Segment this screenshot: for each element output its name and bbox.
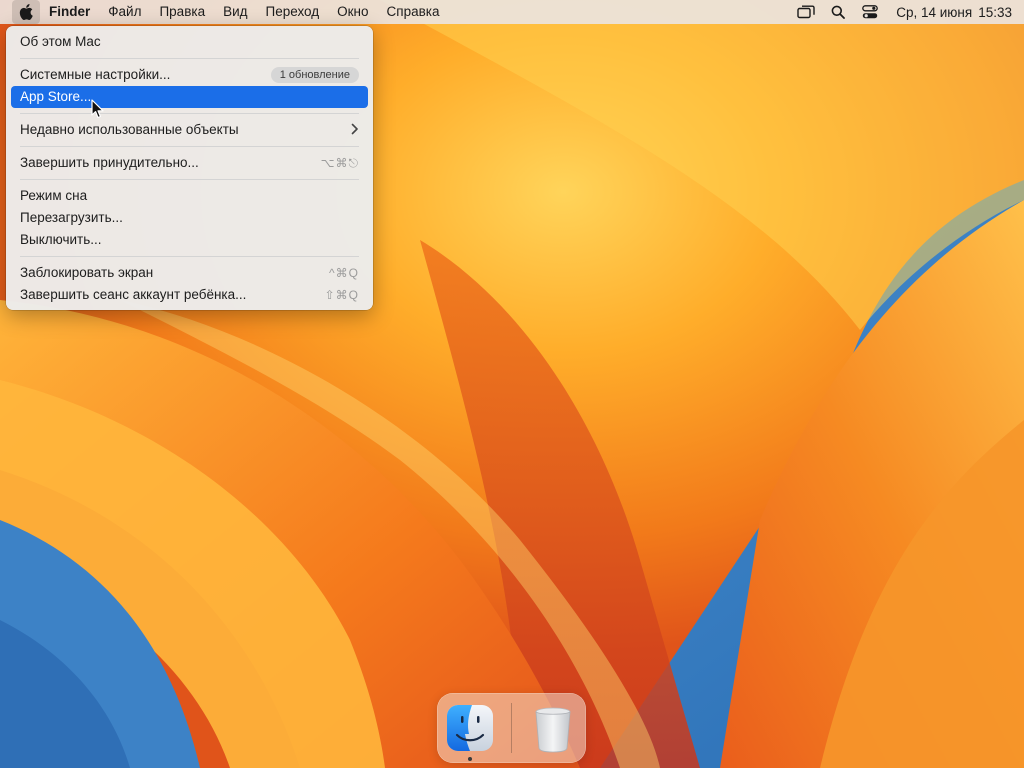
menu-view[interactable]: Вид: [214, 0, 256, 24]
menu-item-label: App Store...: [20, 89, 92, 104]
menu-item-shutdown[interactable]: Выключить...: [11, 229, 368, 251]
dock-divider: [511, 703, 512, 753]
menu-go[interactable]: Переход: [257, 0, 329, 24]
menu-item-label: Перезагрузить...: [20, 210, 123, 225]
dock-app-trash[interactable]: [525, 700, 581, 756]
menu-separator: [20, 58, 359, 59]
apple-logo-icon: [19, 4, 33, 20]
menu-item-lock-screen[interactable]: Заблокировать экран ^⌘Q: [11, 262, 368, 284]
menu-file[interactable]: Файл: [99, 0, 150, 24]
menu-item-label: Режим сна: [20, 188, 88, 203]
menu-separator: [20, 256, 359, 257]
keyboard-shortcut: ⌥⌘⎋: [320, 156, 359, 170]
menu-window[interactable]: Окно: [328, 0, 377, 24]
trash-icon: [535, 707, 571, 753]
menu-finder[interactable]: Finder: [40, 0, 99, 24]
menu-item-recent-items[interactable]: Недавно использованные объекты: [11, 119, 368, 141]
menu-item-log-out[interactable]: Завершить сеанс аккаунт ребёнка... ⇧⌘Q: [11, 284, 368, 306]
screen-mirroring-icon: [797, 5, 815, 19]
menu-edit[interactable]: Правка: [150, 0, 214, 24]
dock: [437, 693, 586, 763]
mouse-cursor-icon: [91, 99, 104, 119]
menu-item-label: Заблокировать экран: [20, 265, 154, 280]
menu-bar: Finder Файл Правка Вид Переход Окно Спра…: [0, 0, 1024, 24]
dock-app-finder[interactable]: [442, 700, 498, 756]
menu-item-label: Завершить сеанс аккаунт ребёнка...: [20, 287, 247, 302]
keyboard-shortcut: ⇧⌘Q: [324, 288, 359, 302]
menu-help[interactable]: Справка: [378, 0, 449, 24]
control-center-button[interactable]: [854, 0, 886, 24]
menu-item-label: Выключить...: [20, 232, 102, 247]
menu-item-about-this-mac[interactable]: Об этом Mac: [11, 31, 368, 53]
apple-menu-button[interactable]: [12, 0, 40, 24]
screen-mirroring-button[interactable]: [790, 0, 822, 24]
menu-separator: [20, 179, 359, 180]
control-center-icon: [862, 5, 879, 19]
spotlight-search-icon: [831, 5, 846, 19]
apple-menu-dropdown: Об этом Mac Системные настройки... 1 обн…: [6, 26, 373, 310]
menu-separator: [20, 146, 359, 147]
menu-item-label: Системные настройки...: [20, 67, 171, 82]
menubar-clock[interactable]: Ср, 14 июня 15:33: [886, 5, 1012, 20]
chevron-right-icon: [351, 119, 359, 141]
menu-item-restart[interactable]: Перезагрузить...: [11, 207, 368, 229]
finder-icon: [447, 705, 493, 751]
menu-item-system-settings[interactable]: Системные настройки... 1 обновление: [11, 64, 368, 86]
menu-item-sleep[interactable]: Режим сна: [11, 185, 368, 207]
menu-item-force-quit[interactable]: Завершить принудительно... ⌥⌘⎋: [11, 152, 368, 174]
menu-item-label: Недавно использованные объекты: [20, 122, 239, 137]
menu-separator: [20, 113, 359, 114]
menubar-time: 15:33: [978, 4, 1012, 20]
update-badge: 1 обновление: [270, 67, 359, 83]
running-indicator: [468, 757, 472, 761]
spotlight-button[interactable]: [822, 0, 854, 24]
menu-item-label: Об этом Mac: [20, 34, 101, 49]
menu-item-app-store[interactable]: App Store...: [11, 86, 368, 108]
menu-item-label: Завершить принудительно...: [20, 155, 199, 170]
menubar-date: Ср, 14 июня: [896, 4, 973, 20]
keyboard-shortcut: ^⌘Q: [329, 266, 359, 280]
